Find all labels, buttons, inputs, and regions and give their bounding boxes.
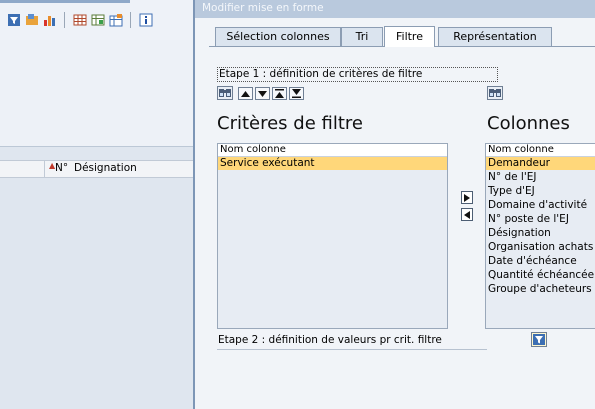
tab-column-selection[interactable]: Sélection colonnes	[215, 27, 341, 46]
binoculars-icon[interactable]	[217, 86, 233, 100]
info-icon[interactable]	[138, 13, 153, 28]
table-export-icon[interactable]	[108, 13, 123, 28]
list-item[interactable]: Type d'EJ	[486, 185, 595, 198]
toolbar-separator	[130, 12, 131, 28]
tab-label: Tri	[355, 30, 369, 43]
divider	[217, 349, 487, 350]
list-item[interactable]: Demandeur	[486, 157, 595, 170]
bar-chart-icon[interactable]	[42, 13, 57, 28]
tab-label: Sélection colonnes	[226, 30, 330, 43]
dialog-body: Sélection colonnes Tri Filtre Représenta…	[195, 18, 595, 409]
columns-list[interactable]: Nom colonne Demandeur N° de l'EJ Type d'…	[485, 143, 595, 329]
background-panel	[0, 40, 193, 147]
columns-title: Colonnes	[487, 113, 570, 134]
filter-icon[interactable]	[6, 13, 21, 28]
list-item[interactable]: Désignation	[486, 227, 595, 240]
tab-filter[interactable]: Filtre	[384, 26, 435, 47]
step1-text: Etape 1 : définition de critères de filt…	[219, 68, 423, 80]
funnel-icon	[533, 334, 545, 345]
arrow-top-icon	[275, 89, 284, 98]
criteria-title: Critères de filtre	[217, 113, 363, 134]
move-top-button[interactable]	[272, 87, 287, 100]
tab-label: Représentation	[453, 30, 537, 43]
modify-layout-dialog: Modifier mise en forme Sélection colonne…	[193, 0, 595, 409]
add-criteria-button[interactable]	[461, 191, 473, 204]
step2-label: Etape 2 : définition de valeurs pr crit.…	[218, 334, 442, 346]
background-pane: ▲ N° Désignation	[0, 0, 193, 409]
list-item[interactable]: N° poste de l'EJ	[486, 213, 595, 226]
list-item[interactable]: Service exécutant	[218, 157, 447, 170]
arrow-left-icon	[464, 193, 470, 202]
background-table-header: ▲ N° Désignation	[0, 160, 193, 178]
criteria-list[interactable]: Nom colonne Service exécutant	[217, 143, 448, 329]
layout-icon[interactable]	[24, 13, 39, 28]
dialog-title: Modifier mise en forme	[202, 2, 324, 14]
grid-icon[interactable]	[72, 13, 87, 28]
list-item[interactable]: Date d'échéance	[486, 255, 595, 268]
binoculars-icon[interactable]	[487, 86, 503, 100]
list-item[interactable]: Quantité échéancée	[486, 269, 595, 282]
background-toolbar	[0, 0, 193, 41]
step1-label: Etape 1 : définition de critères de filt…	[217, 67, 498, 82]
toolbar-separator	[64, 12, 65, 28]
toolbar-accent-line	[0, 0, 130, 3]
define-filter-values-button[interactable]	[531, 332, 547, 347]
move-bottom-button[interactable]	[289, 87, 304, 100]
tab-sort[interactable]: Tri	[341, 27, 383, 46]
column-divider	[44, 161, 45, 177]
criteria-list-header: Nom colonne	[218, 144, 447, 157]
columns-list-header: Nom colonne	[486, 144, 595, 157]
tab-label: Filtre	[395, 30, 423, 43]
move-up-button[interactable]	[238, 87, 253, 100]
list-item[interactable]: Organisation achats	[486, 241, 595, 254]
arrow-up-icon	[241, 90, 250, 97]
list-item[interactable]: Groupe d'acheteurs	[486, 283, 595, 296]
move-down-button[interactable]	[255, 87, 270, 100]
table-add-icon[interactable]	[90, 13, 105, 28]
toolbar-icons	[6, 12, 153, 28]
column-header-designation[interactable]: Désignation	[74, 162, 137, 174]
arrow-bottom-icon	[292, 89, 301, 98]
column-header-number[interactable]: N°	[55, 162, 68, 174]
arrow-right-icon	[464, 210, 470, 219]
tab-display[interactable]: Représentation	[438, 27, 552, 46]
arrow-down-icon	[258, 90, 267, 97]
list-item[interactable]: Domaine d'activité	[486, 199, 595, 212]
dialog-titlebar: Modifier mise en forme	[195, 0, 595, 18]
remove-criteria-button[interactable]	[461, 208, 473, 221]
list-item[interactable]: N° de l'EJ	[486, 171, 595, 184]
